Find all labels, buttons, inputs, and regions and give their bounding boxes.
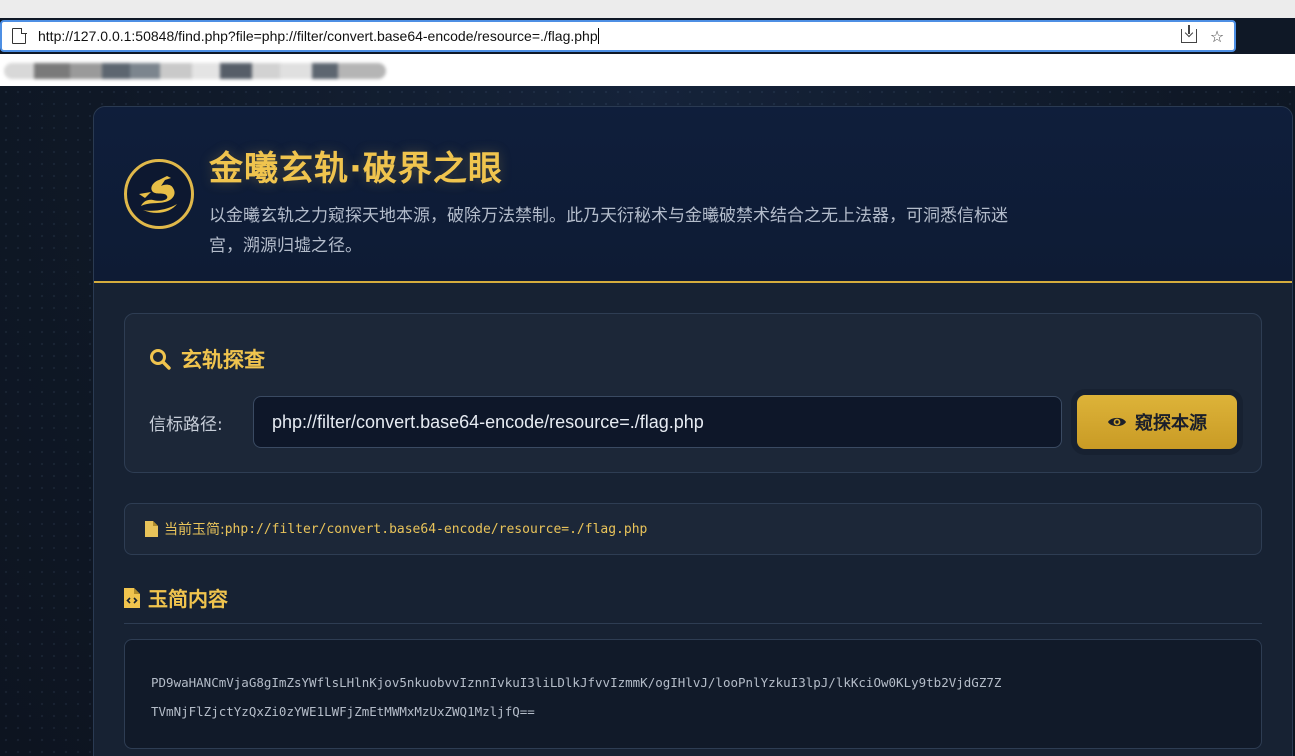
text-caret (597, 28, 599, 44)
path-input[interactable] (253, 396, 1062, 448)
main-container: 金曦玄轨·破界之眼 以金曦玄轨之力窥探天地本源，破除万法禁制。此乃天衍秘术与金曦… (93, 106, 1293, 756)
probe-source-button-label: 窥探本源 (1135, 413, 1207, 433)
current-file-value: php://filter/convert.base64-encode/resou… (224, 521, 648, 537)
search-heading-text: 玄轨探查 (181, 348, 265, 372)
browser-tab-strip (0, 0, 1295, 18)
file-content-box: PD9waHANCmVjaG8gImZsYWflsLHlnKjov5nkuobv… (124, 639, 1262, 749)
probe-source-button[interactable]: 窥探本源 (1077, 395, 1237, 449)
search-icon (150, 349, 171, 370)
address-url[interactable]: http://127.0.0.1:50848/find.php?file=php… (38, 28, 1178, 44)
content-line: PD9waHANCmVjaG8gImZsYWflsLHlnKjov5nkuobv… (151, 675, 1002, 690)
file-icon (145, 521, 158, 537)
page-description: 以金曦玄轨之力窥探天地本源，破除万法禁制。此乃天衍秘术与金曦破禁术结合之无上法器… (209, 206, 1008, 256)
current-file-bar: 当前玉简: php://filter/convert.base64-encode… (124, 503, 1262, 555)
bookmark-star-button[interactable]: ☆ (1206, 25, 1228, 47)
file-code-icon (124, 587, 140, 608)
page-title: 金曦玄轨·破界之眼 (209, 149, 503, 189)
header: 金曦玄轨·破界之眼 以金曦玄轨之力窥探天地本源，破除万法禁制。此乃天衍秘术与金曦… (94, 107, 1292, 283)
content-heading-text: 玉简内容 (148, 587, 228, 611)
star-icon: ☆ (1209, 26, 1225, 46)
current-file-label: 当前玉简: (164, 522, 225, 538)
dragon-logo-icon (124, 159, 194, 229)
download-button[interactable] (1178, 25, 1200, 47)
content-heading: 玉简内容 (124, 583, 228, 612)
page-viewport: 金曦玄轨·破界之眼 以金曦玄轨之力窥探天地本源，破除万法禁制。此乃天衍秘术与金曦… (0, 86, 1295, 756)
search-card: 玄轨探查 信标路径: 窥探本源 (124, 313, 1262, 473)
address-url-text: http://127.0.0.1:50848/find.php?file=php… (38, 28, 598, 44)
blurred-bookmarks (4, 63, 386, 79)
bookmarks-bar (0, 54, 1295, 86)
address-bar[interactable]: http://127.0.0.1:50848/find.php?file=php… (0, 20, 1236, 52)
content-line: TVmNjFlZjctYzQxZi0zYWE1LWFjZmEtMWMxMzUxZ… (151, 704, 535, 719)
content-divider (124, 623, 1262, 624)
page-icon (12, 27, 27, 44)
eye-icon (1108, 417, 1126, 427)
download-icon (1181, 25, 1197, 43)
search-heading: 玄轨探查 (149, 344, 265, 374)
path-label: 信标路径: (149, 415, 223, 435)
